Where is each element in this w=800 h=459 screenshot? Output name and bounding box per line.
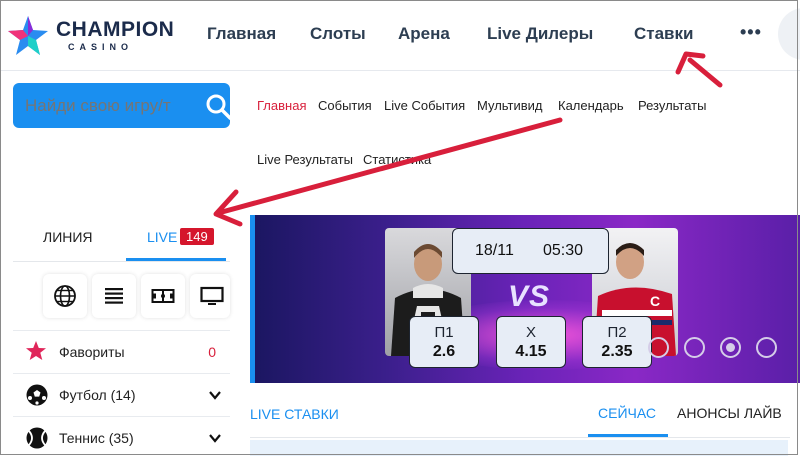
chevron-down-icon[interactable] bbox=[208, 388, 222, 402]
header: CHAMPION CASINO Главная Слоты Арена Live… bbox=[0, 0, 800, 71]
search-box[interactable] bbox=[13, 83, 230, 128]
football-icon bbox=[26, 384, 48, 406]
live-divider bbox=[250, 437, 790, 438]
sidebar-item-favorites[interactable]: Фавориты 0 bbox=[13, 330, 230, 373]
sidebar-item-label: Теннис (35) bbox=[59, 430, 134, 446]
live-count-badge: 149 bbox=[180, 228, 214, 245]
sport-filter-field[interactable] bbox=[141, 274, 185, 318]
odd-value: 2.6 bbox=[432, 343, 456, 360]
odd-value: 2.35 bbox=[601, 343, 633, 360]
logo-subtitle: CASINO bbox=[68, 42, 134, 52]
sidebar-item-tennis[interactable]: Теннис (35) bbox=[13, 416, 230, 459]
chevron-down-icon[interactable] bbox=[208, 431, 222, 445]
globe-icon bbox=[54, 285, 76, 307]
sport-filter-all[interactable] bbox=[43, 274, 87, 318]
carousel-dot-active[interactable] bbox=[720, 337, 741, 358]
match-datetime: 18/11 05:30 bbox=[452, 228, 609, 274]
nav-item-slots[interactable]: Слоты bbox=[310, 24, 366, 44]
odd-button-p1[interactable]: П1 2.6 bbox=[409, 316, 479, 368]
nav-item-bets[interactable]: Ставки bbox=[634, 24, 693, 44]
logo-text: CHAMPION bbox=[56, 18, 175, 41]
live-events-list bbox=[250, 440, 788, 456]
sidebar-item-label: Фавориты bbox=[59, 344, 125, 360]
carousel-dot[interactable] bbox=[684, 337, 705, 358]
subnav-home[interactable]: Главная bbox=[257, 98, 306, 113]
odd-button-p2[interactable]: П2 2.35 bbox=[582, 316, 652, 368]
match-time: 05:30 bbox=[543, 242, 584, 259]
sport-filter-tv[interactable] bbox=[190, 274, 230, 318]
subnav-multiview[interactable]: Мультивид bbox=[477, 98, 543, 113]
sidebar-item-label: Футбол (14) bbox=[59, 387, 136, 403]
carousel-dot[interactable] bbox=[648, 337, 669, 358]
logo[interactable]: CHAMPION CASINO bbox=[6, 14, 181, 56]
subnav-stats[interactable]: Статистика bbox=[363, 152, 431, 167]
odd-label: Х bbox=[525, 324, 536, 341]
subnav-results[interactable]: Результаты bbox=[638, 98, 706, 113]
subnav-live-results[interactable]: Live Результаты bbox=[257, 152, 353, 167]
tab-live-announcements[interactable]: АНОНСЫ ЛАЙВ bbox=[677, 405, 782, 421]
nav-item-home[interactable]: Главная bbox=[207, 24, 276, 44]
header-user-area[interactable] bbox=[778, 8, 800, 60]
carousel-dot[interactable] bbox=[756, 337, 777, 358]
list-icon bbox=[105, 288, 123, 304]
sidebar-item-football[interactable]: Футбол (14) bbox=[13, 373, 230, 416]
tv-icon bbox=[200, 286, 224, 305]
favorites-count: 0 bbox=[208, 344, 216, 360]
live-bets-title: LIVE СТАВКИ bbox=[250, 406, 339, 422]
nav-item-live-dealers[interactable]: Live Дилеры bbox=[487, 24, 593, 44]
svg-text:C: C bbox=[650, 293, 660, 309]
subnav-live-events[interactable]: Live События bbox=[384, 98, 465, 113]
odd-button-draw[interactable]: Х 4.15 bbox=[496, 316, 566, 368]
search-icon[interactable] bbox=[205, 93, 230, 121]
field-icon bbox=[151, 289, 175, 303]
star-icon bbox=[26, 341, 46, 360]
tab-live[interactable]: LIVE bbox=[147, 229, 177, 245]
subnav-events[interactable]: События bbox=[318, 98, 372, 113]
tennis-ball-icon bbox=[26, 427, 48, 449]
star-logo-icon bbox=[8, 16, 48, 55]
odd-label: П2 bbox=[607, 324, 627, 341]
sport-filter-list[interactable] bbox=[92, 274, 136, 318]
search-input[interactable] bbox=[25, 96, 197, 116]
subnav-calendar[interactable]: Календарь bbox=[558, 98, 624, 113]
nav-more-button[interactable]: ••• bbox=[740, 22, 762, 43]
tab-divider bbox=[13, 261, 230, 262]
versus-label: VS bbox=[508, 280, 551, 313]
tab-now[interactable]: СЕЙЧАС bbox=[598, 405, 656, 421]
odd-value: 4.15 bbox=[515, 343, 547, 360]
banner-accent-stripe bbox=[250, 215, 255, 383]
match-date: 18/11 bbox=[475, 242, 514, 259]
odd-label: П1 bbox=[434, 324, 454, 341]
tab-line[interactable]: ЛИНИЯ bbox=[43, 229, 93, 245]
nav-item-arena[interactable]: Арена bbox=[398, 24, 450, 44]
